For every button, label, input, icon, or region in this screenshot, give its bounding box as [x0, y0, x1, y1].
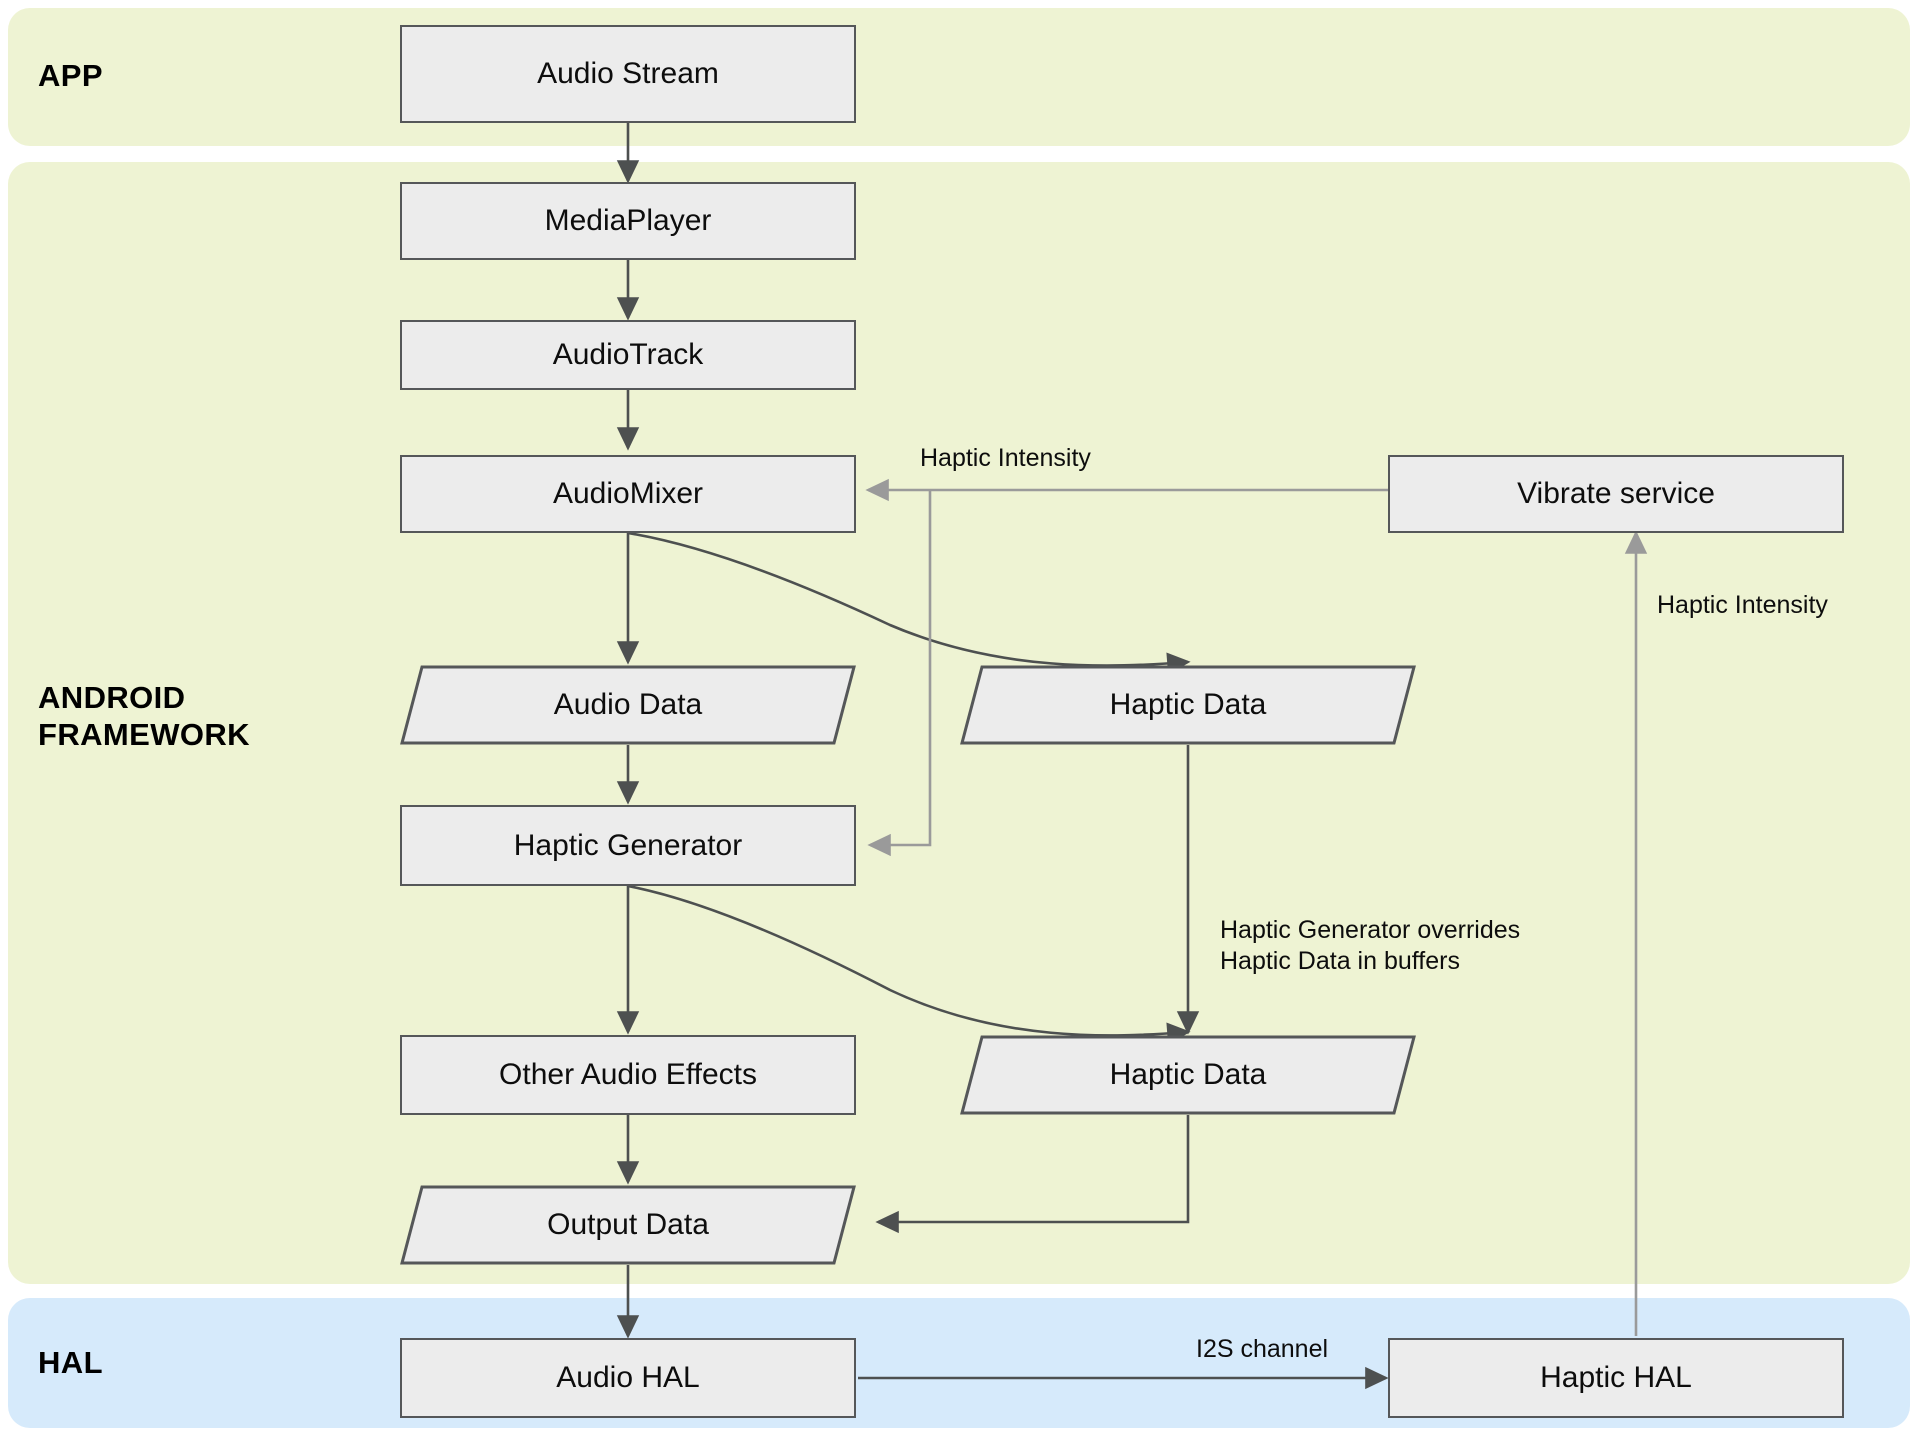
edge-label-haptic-intensity-right: Haptic Intensity — [1657, 591, 1828, 619]
diagram-canvas: APP ANDROID FRAMEWORK HAL Audio Stream M… — [0, 0, 1916, 1435]
node-audio-track-label: AudioTrack — [552, 338, 704, 371]
band-app — [8, 8, 1910, 146]
node-vibrate-service-label: Vibrate service — [1517, 477, 1715, 510]
node-haptic-hal[interactable]: Haptic HAL — [1388, 1338, 1844, 1418]
node-audio-data-label: Audio Data — [553, 688, 703, 721]
node-audio-stream-label: Audio Stream — [537, 57, 719, 90]
node-vibrate-service[interactable]: Vibrate service — [1388, 455, 1844, 533]
node-audio-hal-label: Audio HAL — [556, 1361, 700, 1394]
band-android-framework — [8, 162, 1910, 1284]
node-media-player-label: MediaPlayer — [544, 204, 712, 237]
node-audio-mixer-label: AudioMixer — [552, 477, 704, 510]
edge-label-haptic-intensity-top: Haptic Intensity — [920, 444, 1091, 472]
node-output-data[interactable]: Output Data — [400, 1185, 856, 1265]
node-haptic-hal-label: Haptic HAL — [1540, 1361, 1692, 1394]
band-label-android-framework: ANDROID FRAMEWORK — [38, 680, 250, 752]
node-other-audio-effects[interactable]: Other Audio Effects — [400, 1035, 856, 1115]
node-audio-data[interactable]: Audio Data — [400, 665, 856, 745]
node-haptic-data-lower[interactable]: Haptic Data — [960, 1035, 1416, 1115]
node-haptic-data-upper[interactable]: Haptic Data — [960, 665, 1416, 745]
node-haptic-data-lower-label: Haptic Data — [1109, 1058, 1267, 1091]
node-haptic-data-upper-label: Haptic Data — [1109, 688, 1267, 721]
node-media-player[interactable]: MediaPlayer — [400, 182, 856, 260]
node-audio-hal[interactable]: Audio HAL — [400, 1338, 856, 1418]
band-label-hal: HAL — [38, 1345, 103, 1380]
node-haptic-generator[interactable]: Haptic Generator — [400, 805, 856, 886]
node-other-audio-effects-label: Other Audio Effects — [499, 1058, 757, 1091]
node-audio-track[interactable]: AudioTrack — [400, 320, 856, 390]
node-audio-mixer[interactable]: AudioMixer — [400, 455, 856, 533]
node-output-data-label: Output Data — [547, 1208, 709, 1241]
band-label-app: APP — [38, 58, 103, 93]
edge-label-i2s-channel: I2S channel — [1196, 1335, 1329, 1363]
node-audio-stream[interactable]: Audio Stream — [400, 25, 856, 123]
node-haptic-generator-label: Haptic Generator — [513, 828, 743, 862]
edge-label-overrides-note: Haptic Generator overrides Haptic Data i… — [1220, 916, 1521, 976]
